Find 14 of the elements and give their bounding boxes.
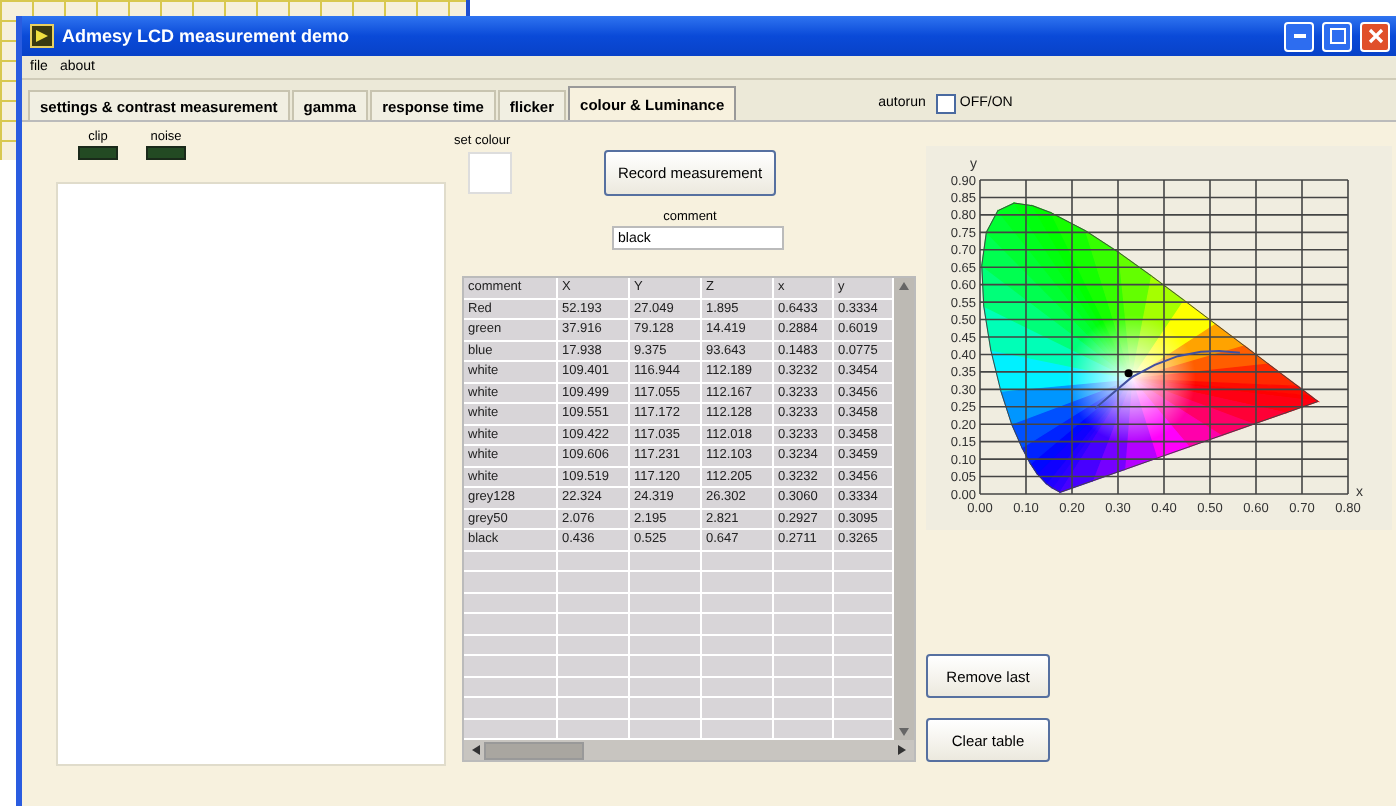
maximize-button[interactable] xyxy=(1322,21,1352,51)
app-icon xyxy=(30,24,54,48)
scrollbar-thumb[interactable] xyxy=(484,741,584,759)
maximize-icon xyxy=(1329,28,1345,44)
horizontal-scrollbar[interactable] xyxy=(464,740,914,760)
vertical-scrollbar[interactable] xyxy=(894,278,914,740)
minimize-icon xyxy=(1293,34,1305,38)
close-button[interactable] xyxy=(1360,21,1390,51)
measurement-point xyxy=(1124,369,1133,378)
minimize-button[interactable] xyxy=(1284,21,1314,51)
window-title: Admesy LCD measurement demo xyxy=(62,26,350,46)
colour-box[interactable] xyxy=(468,152,512,194)
close-icon xyxy=(1367,28,1383,44)
scroll-up-icon xyxy=(896,278,912,294)
